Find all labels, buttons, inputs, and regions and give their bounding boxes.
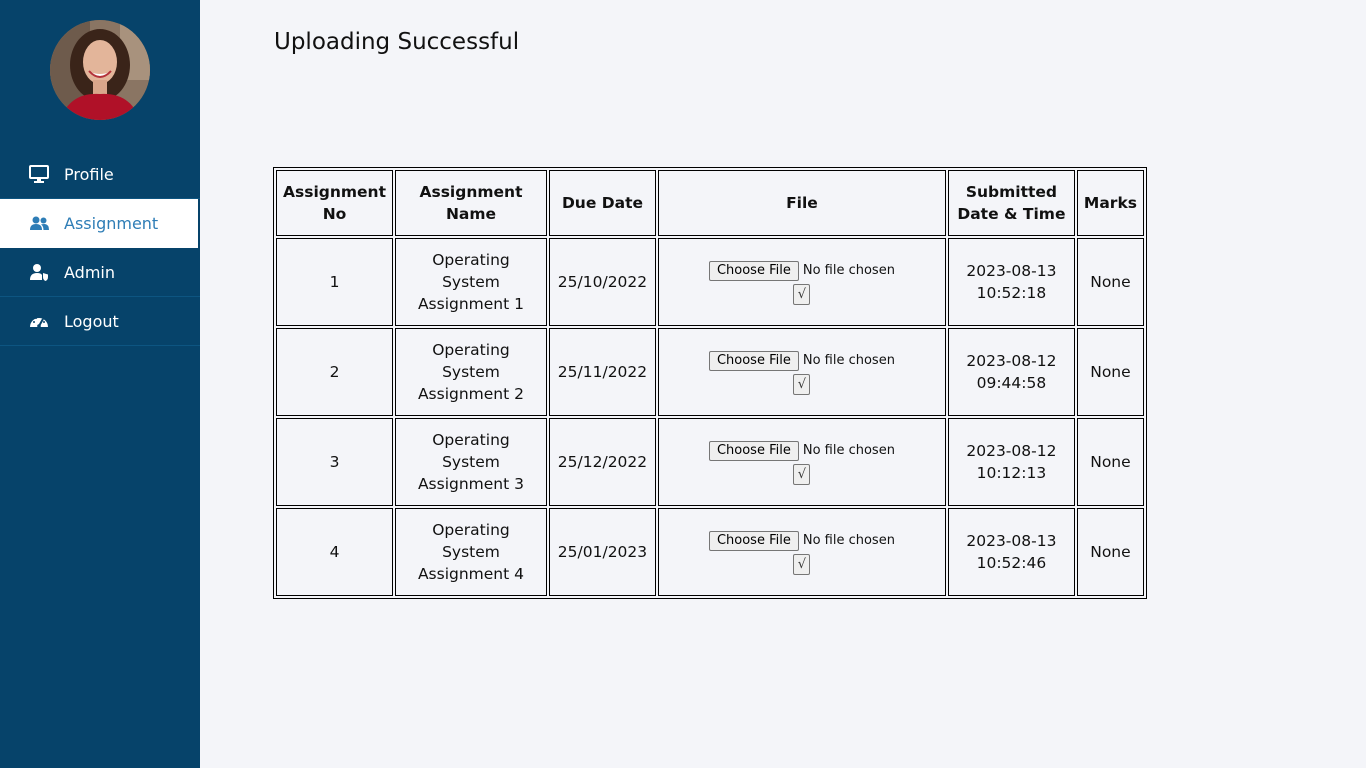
cell-submitted: 2023-08-12 10:12:13 xyxy=(947,418,1075,506)
file-status: No file chosen xyxy=(802,352,895,368)
cell-submitted: 2023-08-13 10:52:18 xyxy=(947,238,1075,326)
avatar xyxy=(50,20,150,120)
cell-assignment-no: 2 xyxy=(276,328,393,416)
monitor-icon xyxy=(29,165,49,183)
submit-check-button[interactable]: √ xyxy=(793,553,811,575)
cell-marks: None xyxy=(1076,328,1144,416)
header-assignment-name: Assignment Name xyxy=(395,170,547,236)
cell-assignment-no: 1 xyxy=(276,238,393,326)
table-row: 2 Operating System Assignment 2 25/11/20… xyxy=(276,328,1144,416)
submit-check-button[interactable]: √ xyxy=(793,463,811,485)
cell-submitted: 2023-08-12 09:44:58 xyxy=(947,328,1075,416)
cell-file: Choose File No file chosen √ xyxy=(657,418,946,506)
header-due-date: Due Date xyxy=(548,170,656,236)
choose-file-button[interactable]: Choose File xyxy=(708,260,799,281)
header-submitted: Submitted Date & Time xyxy=(947,170,1075,236)
file-input: Choose File No file chosen xyxy=(665,440,939,462)
table-row: 4 Operating System Assignment 4 25/01/20… xyxy=(276,508,1144,596)
cell-file: Choose File No file chosen √ xyxy=(657,508,946,596)
dashboard-gauge-icon xyxy=(29,312,49,330)
sidebar-item-label: Profile xyxy=(64,164,114,184)
sidebar-item-assignment[interactable]: Assignment xyxy=(0,199,198,248)
cell-assignment-no: 3 xyxy=(276,418,393,506)
file-input: Choose File No file chosen xyxy=(665,260,939,282)
cell-due-date: 25/12/2022 xyxy=(548,418,656,506)
cell-marks: None xyxy=(1076,238,1144,326)
file-input: Choose File No file chosen xyxy=(665,350,939,372)
header-assignment-no: Assignment No xyxy=(276,170,393,236)
admin-user-icon xyxy=(29,263,49,281)
sidebar-item-admin[interactable]: Admin xyxy=(0,248,200,297)
header-marks: Marks xyxy=(1076,170,1144,236)
file-status: No file chosen xyxy=(802,442,895,458)
cell-assignment-name: Operating System Assignment 4 xyxy=(395,508,547,596)
choose-file-button[interactable]: Choose File xyxy=(708,350,799,371)
users-icon xyxy=(29,214,49,232)
table-row: 1 Operating System Assignment 1 25/10/20… xyxy=(276,238,1144,326)
submit-check-button[interactable]: √ xyxy=(793,373,811,395)
cell-submitted: 2023-08-13 10:52:46 xyxy=(947,508,1075,596)
cell-due-date: 25/10/2022 xyxy=(548,238,656,326)
sidebar-item-logout[interactable]: Logout xyxy=(0,297,200,346)
table-header-row: Assignment No Assignment Name Due Date F… xyxy=(276,170,1144,236)
sidebar-nav: Profile Assignment Admin Logout xyxy=(0,150,200,346)
choose-file-button[interactable]: Choose File xyxy=(708,440,799,461)
cell-assignment-name: Operating System Assignment 1 xyxy=(395,238,547,326)
cell-assignment-no: 4 xyxy=(276,508,393,596)
file-status: No file chosen xyxy=(802,262,895,278)
cell-assignment-name: Operating System Assignment 3 xyxy=(395,418,547,506)
sidebar: Profile Assignment Admin Logout xyxy=(0,0,200,768)
table-row: 3 Operating System Assignment 3 25/12/20… xyxy=(276,418,1144,506)
avatar-image xyxy=(50,20,150,120)
cell-marks: None xyxy=(1076,508,1144,596)
choose-file-button[interactable]: Choose File xyxy=(708,530,799,551)
header-file: File xyxy=(657,170,946,236)
sidebar-item-label: Logout xyxy=(64,311,119,331)
assignments-table: Assignment No Assignment Name Due Date F… xyxy=(273,167,1147,599)
sidebar-item-label: Admin xyxy=(64,262,115,282)
cell-due-date: 25/01/2023 xyxy=(548,508,656,596)
cell-due-date: 25/11/2022 xyxy=(548,328,656,416)
sidebar-item-profile[interactable]: Profile xyxy=(0,150,200,199)
submit-check-button[interactable]: √ xyxy=(793,283,811,305)
page-title: Uploading Successful xyxy=(274,29,520,55)
cell-file: Choose File No file chosen √ xyxy=(657,328,946,416)
file-status: No file chosen xyxy=(802,532,895,548)
file-input: Choose File No file chosen xyxy=(665,530,939,552)
cell-assignment-name: Operating System Assignment 2 xyxy=(395,328,547,416)
cell-file: Choose File No file chosen √ xyxy=(657,238,946,326)
cell-marks: None xyxy=(1076,418,1144,506)
sidebar-item-label: Assignment xyxy=(64,213,159,233)
